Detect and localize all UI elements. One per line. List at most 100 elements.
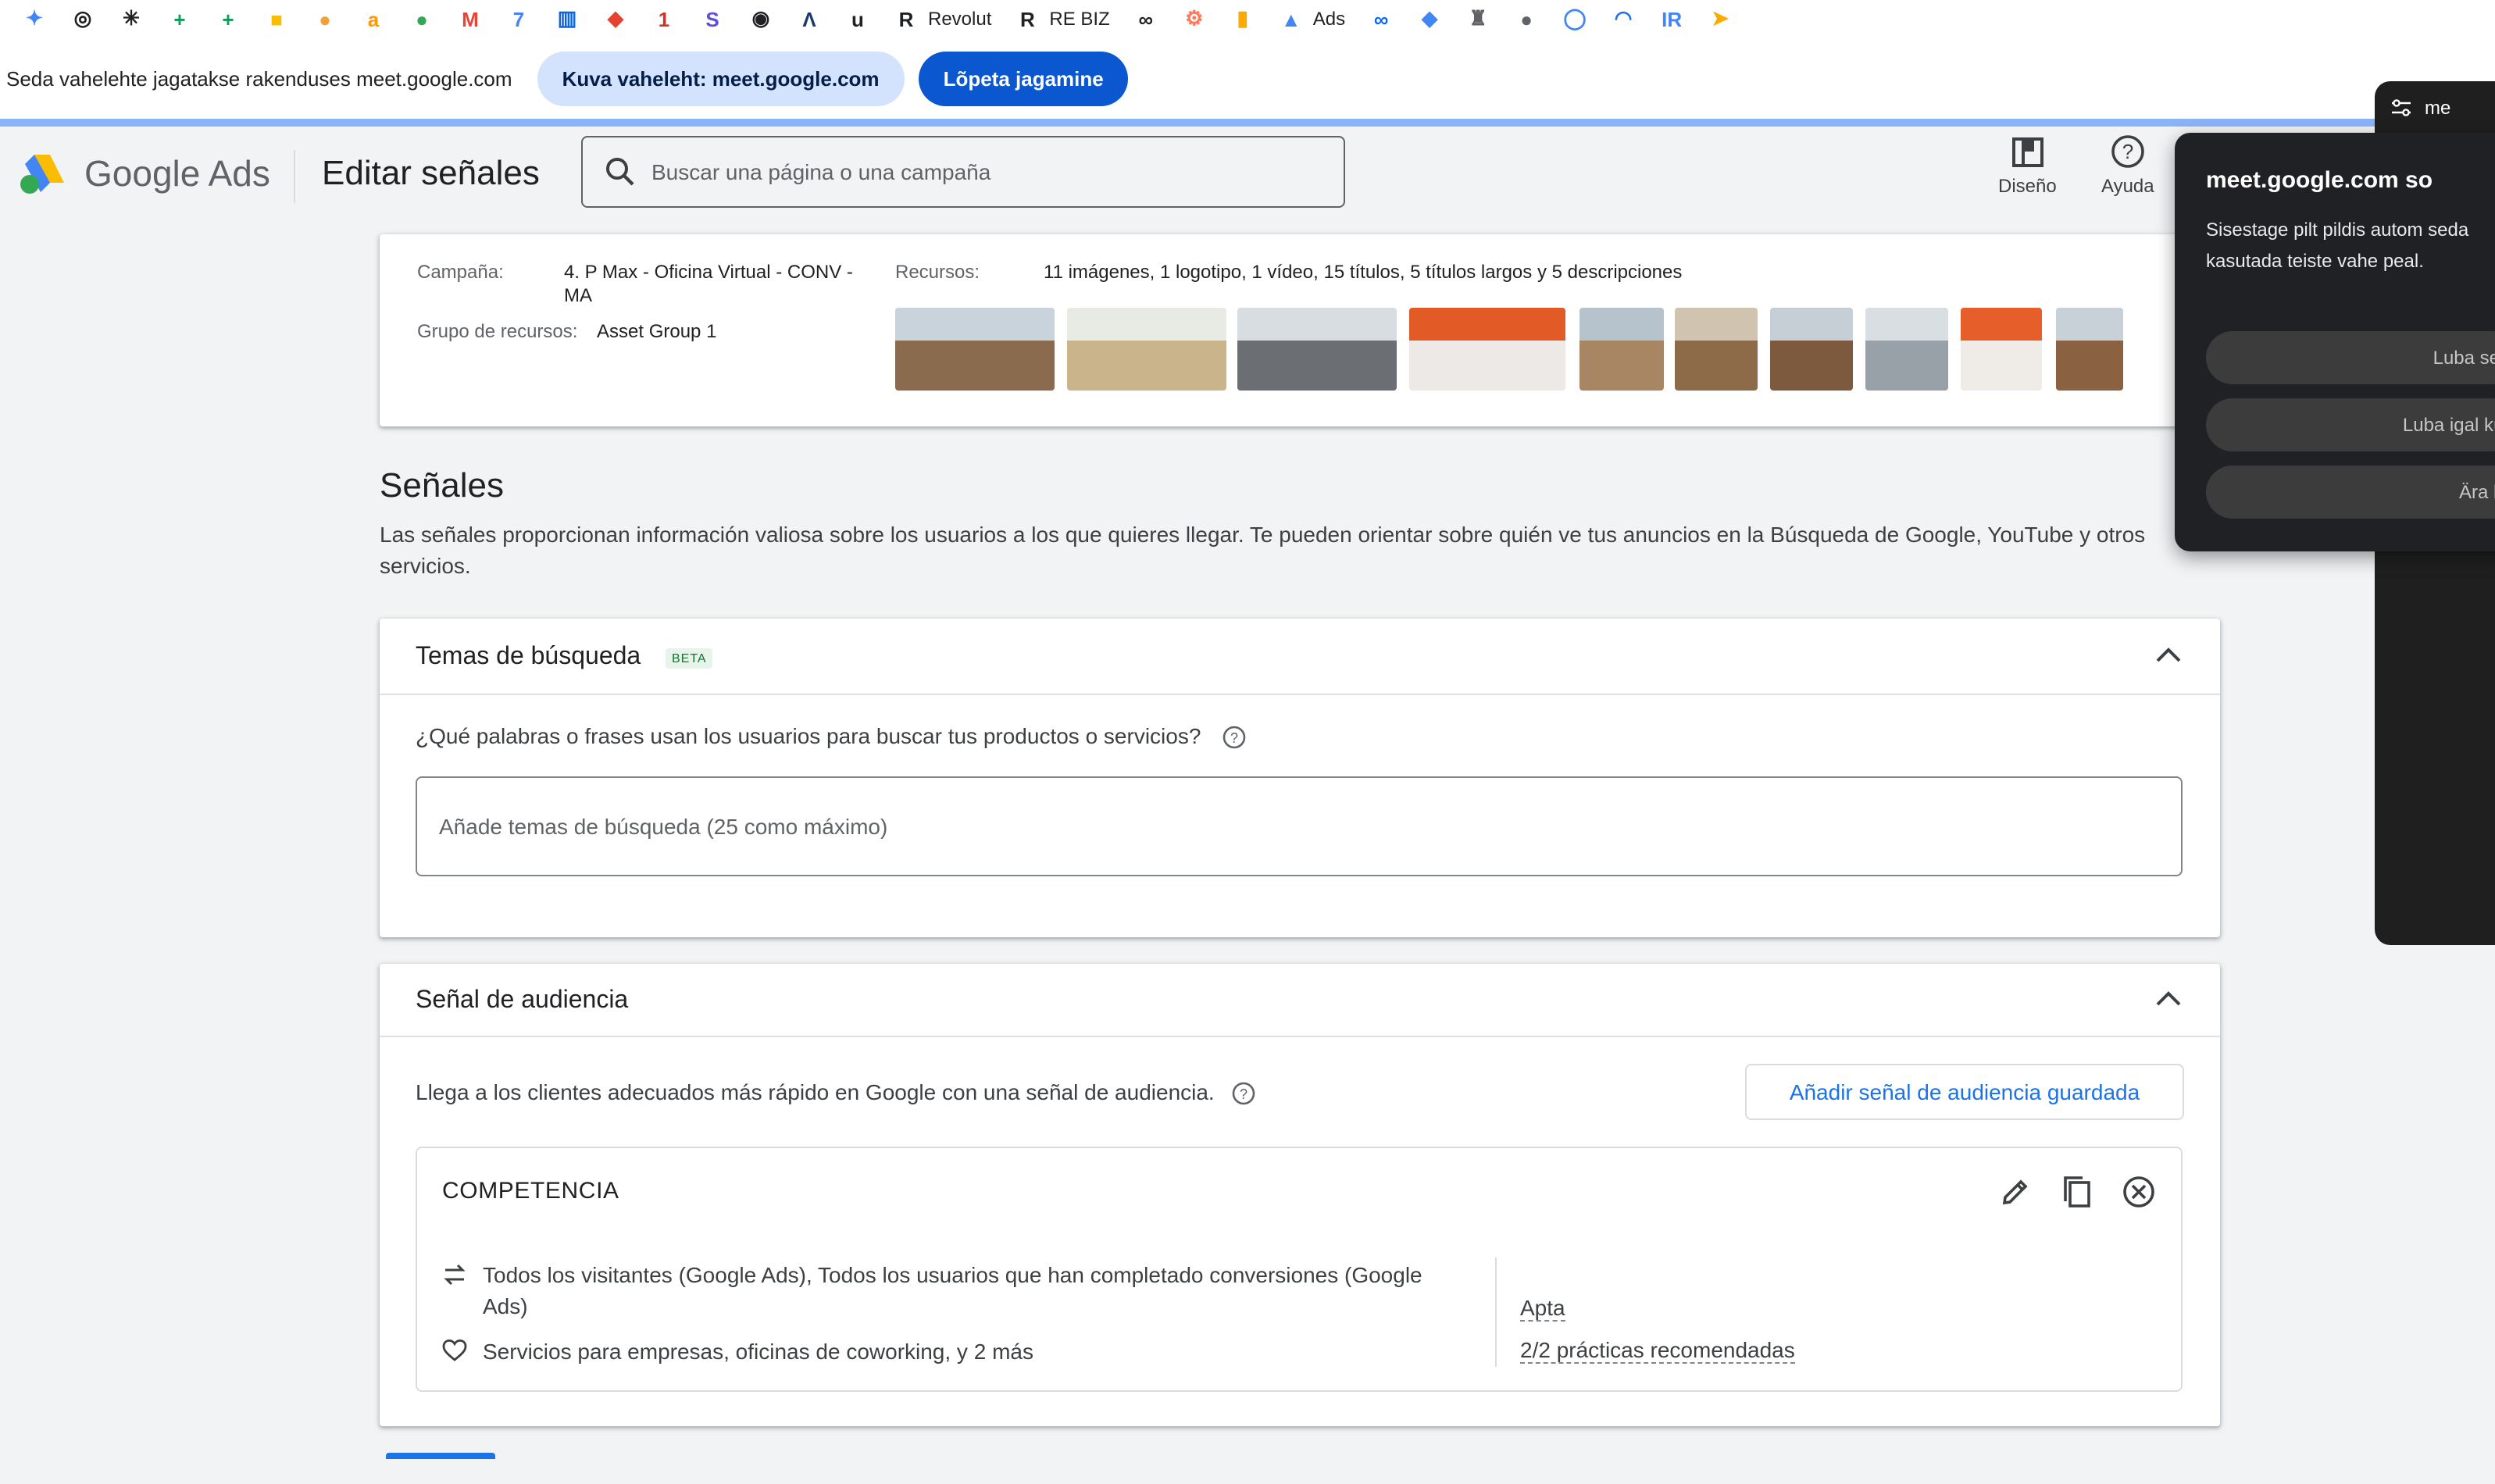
google-ads-logo[interactable]: Google Ads <box>19 152 270 195</box>
eligibility-status[interactable]: Apta <box>1520 1295 1565 1322</box>
bookmark-item[interactable]: ■ <box>264 6 289 31</box>
search-themes-input[interactable]: Añade temas de búsqueda (25 como máximo) <box>416 776 2183 876</box>
bookmark-item[interactable]: R RE BIZ <box>1015 6 1110 31</box>
bookmark-item[interactable]: ∞ <box>1133 6 1158 31</box>
bookmark-item[interactable]: ◠ <box>1611 6 1636 31</box>
best-practices-link[interactable]: 2/2 prácticas recomendadas <box>1520 1337 1795 1364</box>
asset-image-thumbnail[interactable] <box>2056 308 2123 391</box>
help-button[interactable]: ? Ayuda <box>2101 134 2154 197</box>
search-themes-title: Temas de búsqueda <box>416 644 641 670</box>
bookmark-item[interactable]: ✦ <box>22 6 47 31</box>
thumbnail-bottom <box>1865 341 1948 391</box>
header-divider <box>294 150 295 203</box>
thumbnail-bottom <box>1579 341 1664 391</box>
screen: ✦ ◎ ✳ + + ■ ● a ● M 7 ▥ ◆ 1 S ◉ Λu R Revolut R RE BIZ ∞ ⚙ ▮ ▲ Ads… <box>0 0 2495 1484</box>
bookmark-item[interactable]: M <box>458 6 483 31</box>
bookmark-item[interactable]: ◆ <box>1417 6 1442 31</box>
bookmark-item[interactable]: IR <box>1659 6 1684 31</box>
apple-icon: ● <box>1520 7 1533 30</box>
bookmark-item[interactable]: ▥ <box>555 6 580 31</box>
thumbnail-top <box>1675 308 1758 341</box>
bookmark-item[interactable]: ∞ <box>1369 6 1394 31</box>
remove-circle-x-icon[interactable] <box>2120 1173 2158 1211</box>
resources-label: Recursos: <box>895 261 980 283</box>
bookmark-item[interactable]: u <box>845 6 870 31</box>
asset-image-thumbnail[interactable] <box>1409 308 1565 391</box>
audience-signal-card: Señal de audiencia Llega a los clientes … <box>380 964 2220 1426</box>
thumbnail-bottom <box>1409 341 1565 391</box>
bookmark-item[interactable]: ▮ <box>1230 6 1255 31</box>
thumbnail-top <box>2056 308 2123 341</box>
audience-signal-header[interactable]: Señal de audiencia <box>380 964 2220 1037</box>
search-input[interactable] <box>648 158 1311 186</box>
logo-ads: Ads <box>208 152 270 193</box>
bookmark-label: Ads <box>1312 8 1346 30</box>
allow-every-visit-button[interactable]: Luba igal küla <box>2206 398 2495 451</box>
sheets-icon-2: + <box>222 7 234 30</box>
campaign-value: 4. P Max - Oficina Virtual - CONV - <box>564 261 853 283</box>
audience-signal-name: COMPETENCIA <box>442 1178 619 1204</box>
asset-image-thumbnail[interactable] <box>1675 308 1758 391</box>
keep-icon: ■ <box>270 7 283 30</box>
bookmark-item[interactable]: R Revolut <box>894 6 992 31</box>
copy-icon[interactable] <box>2058 1173 2095 1211</box>
bookmark-item[interactable]: Λ <box>797 6 822 31</box>
bookmark-item[interactable]: a <box>361 6 386 31</box>
bookmark-item[interactable]: ● <box>1514 6 1539 31</box>
search-themes-header[interactable]: Temas de búsqueda BETA <box>380 619 2220 695</box>
perplexity-icon: ✳ <box>123 6 140 30</box>
search-box[interactable] <box>581 136 1345 208</box>
help-circle-icon[interactable]: ? <box>1232 1082 1257 1107</box>
asset-image-thumbnail[interactable] <box>1770 308 1853 391</box>
campaign-value-cont: MA <box>564 284 592 306</box>
bookmark-item[interactable]: ⚙ <box>1182 6 1207 31</box>
bookmark-item[interactable]: ◆ <box>603 6 628 31</box>
bookmark-item[interactable]: 1 <box>651 6 676 31</box>
signals-description: Las señales proporcionan información val… <box>380 522 2146 578</box>
logo-wordmark: Google Ads <box>84 152 270 194</box>
bookmark-item[interactable]: ✳ <box>119 6 144 31</box>
bookmark-item[interactable]: S <box>700 6 725 31</box>
save-button-partial[interactable] <box>386 1453 495 1459</box>
asset-image-thumbnail[interactable] <box>1865 308 1948 391</box>
stop-sharing-button[interactable]: Lõpeta jagamine <box>918 52 1129 106</box>
bookmark-item[interactable]: ➤ <box>1708 6 1733 31</box>
bookmark-item[interactable]: ♜ <box>1465 6 1490 31</box>
resources-value: 11 imágenes, 1 logotipo, 1 vídeo, 15 tít… <box>1044 261 1683 283</box>
infinity-icon: ∞ <box>1138 7 1153 30</box>
layout-button[interactable]: Diseño <box>1998 134 2057 197</box>
bookmark-item[interactable]: ▲ Ads <box>1279 6 1345 31</box>
bookmark-item[interactable]: + <box>216 6 241 31</box>
dont-allow-button[interactable]: Ära lub <box>2206 466 2495 519</box>
google-ads-icon: ▲ <box>1280 7 1301 30</box>
add-saved-audience-button[interactable]: Añadir señal de audiencia guardada <box>1745 1064 2184 1120</box>
asset-image-thumbnail[interactable] <box>1579 308 1664 391</box>
screen-share-bar: Seda vahelehte jagatakse rakenduses meet… <box>0 37 2495 120</box>
popup-title: meet.google.com so <box>2206 167 2433 194</box>
bookmark-item[interactable]: ◯ <box>1562 6 1587 31</box>
collapse-chevron-icon[interactable] <box>2154 644 2183 672</box>
bookmark-item[interactable]: ● <box>312 6 337 31</box>
signals-title: Señales <box>380 466 505 505</box>
allow-this-time-button[interactable]: Luba sel k <box>2206 331 2495 384</box>
bookmark-item[interactable]: ◎ <box>70 6 95 31</box>
asset-image-thumbnail[interactable] <box>1961 308 2042 391</box>
edit-pencil-icon[interactable] <box>1997 1173 2034 1211</box>
side-panel-tab[interactable]: me <box>2390 97 2450 119</box>
view-shared-tab-button[interactable]: Kuva vaheleht: meet.google.com <box>537 52 905 106</box>
popup-body: Sisestage pilt pildis autom seda kasutad… <box>2206 219 2469 272</box>
help-circle-icon[interactable]: ? <box>1221 726 1246 751</box>
bookmark-item[interactable]: 7 <box>506 6 531 31</box>
calendar-icon: 7 <box>512 7 525 30</box>
asset-group-label: Grupo de recursos: <box>417 320 578 342</box>
asset-image-thumbnail[interactable] <box>1067 308 1226 391</box>
bookmark-item[interactable]: ◉ <box>748 6 773 31</box>
audience-segments-line-2: Ads) <box>483 1293 528 1318</box>
asset-image-thumbnail[interactable] <box>1237 308 1397 391</box>
amazon-icon: a <box>367 7 380 30</box>
a-app-icon: Λ <box>802 7 816 30</box>
asset-image-thumbnail[interactable] <box>895 308 1055 391</box>
bookmark-item[interactable]: ● <box>409 6 434 31</box>
collapse-chevron-icon[interactable] <box>2154 987 2183 1015</box>
bookmark-item[interactable]: + <box>167 6 192 31</box>
